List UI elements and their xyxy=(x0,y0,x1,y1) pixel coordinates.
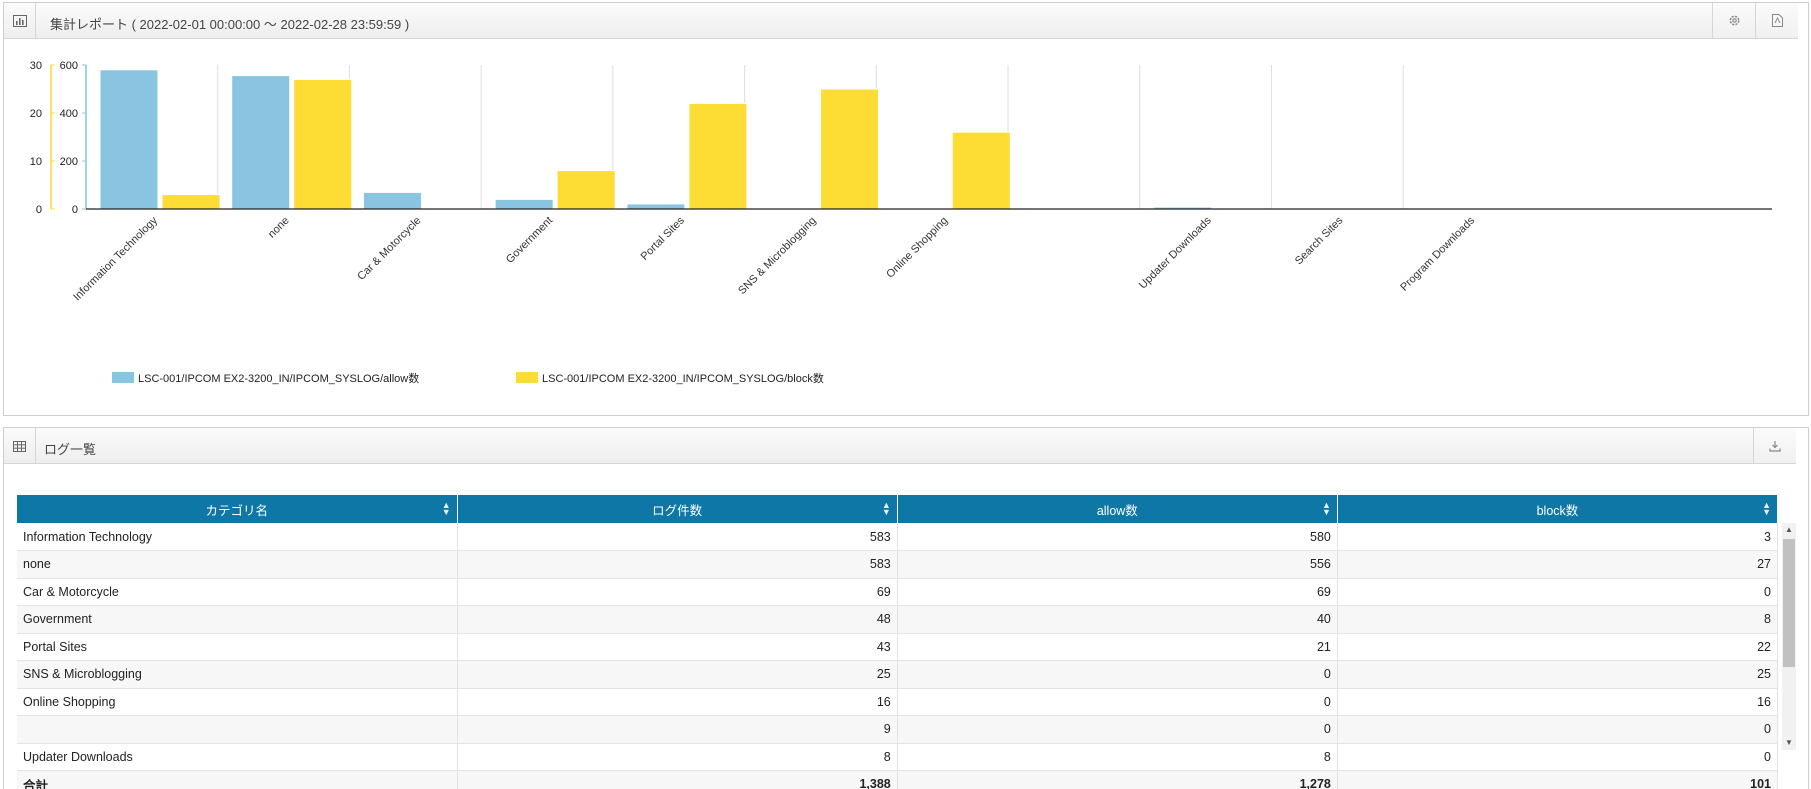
column-header-block[interactable]: block数 ▲ ▼ xyxy=(1337,495,1779,523)
table-row: Information Technology 583 580 3 xyxy=(17,523,1779,551)
table-row: Online Shopping 16 0 16 xyxy=(17,688,1779,716)
report-panel: 集計レポート ( 2022-02-01 00:00:00 ～ 2022-02-2… xyxy=(3,2,1809,416)
sort-icon: ▲ ▼ xyxy=(881,500,891,517)
category-label: SNS & Microblogging xyxy=(736,215,818,297)
legend-label: LSC-001/IPCOM EX2-3200_IN/IPCOM_SYSLOG/a… xyxy=(138,372,419,385)
outer-tick-label: 0 xyxy=(36,204,42,216)
table-scrollbar[interactable]: ▲ ▼ xyxy=(1782,523,1796,750)
bar-allow xyxy=(626,203,686,210)
category-label: Information Technology xyxy=(71,214,160,303)
legend-swatch xyxy=(516,372,538,383)
legend-swatch xyxy=(112,372,134,383)
category-label: Online Shopping xyxy=(884,215,950,281)
table-row: Portal Sites 43 21 22 xyxy=(17,633,1779,661)
sort-icon: ▲ ▼ xyxy=(1762,500,1771,517)
inner-tick-label: 400 xyxy=(60,108,78,120)
bar-block xyxy=(161,194,221,210)
column-header-log-count[interactable]: ログ件数 ▲ ▼ xyxy=(457,495,898,523)
table-total-row: 合計 1,388 1,278 101 xyxy=(17,769,1779,789)
inner-tick-label: 200 xyxy=(60,156,78,168)
outer-tick-label: 10 xyxy=(30,156,42,168)
inner-tick-label: 0 xyxy=(72,204,78,216)
bar-allow xyxy=(362,191,422,210)
category-label: Updater Downloads xyxy=(1137,214,1214,291)
log-table: カテゴリ名 ▲ ▼ ログ件数 ▲ ▼ allow数 ▲ ▼ block数 ▲ ▼ Informa… xyxy=(17,495,1779,789)
log-list-title: ログ一覧 xyxy=(44,442,97,457)
category-label: Search Sites xyxy=(1293,214,1346,267)
scroll-up-icon[interactable]: ▲ xyxy=(1782,523,1796,537)
sort-icon: ▲ ▼ xyxy=(441,500,451,517)
log-panel-header: ログ一覧 xyxy=(4,428,1753,464)
scroll-thumb[interactable] xyxy=(1783,539,1795,667)
bar-block xyxy=(688,102,748,210)
table-row: 900 xyxy=(17,715,1779,744)
scroll-down-icon[interactable]: ▼ xyxy=(1782,736,1796,750)
category-label: Portal Sites xyxy=(639,214,688,263)
inner-tick-label: 600 xyxy=(60,60,78,72)
category-label: Government xyxy=(504,215,555,266)
bar-block xyxy=(820,88,880,210)
column-header-category[interactable]: カテゴリ名 ▲ ▼ xyxy=(17,495,458,523)
category-bar-chart: 0 200 400 600 0 10 20 30 Information Technology n… xyxy=(30,60,1772,385)
table-row: Government 48 40 8 xyxy=(17,605,1779,634)
table-header-row: カテゴリ名 ▲ ▼ ログ件数 ▲ ▼ allow数 ▲ ▼ block数 ▲ ▼ xyxy=(17,495,1779,523)
bar-allow xyxy=(99,69,159,210)
table-row: SNS & Microblogging 25 0 25 xyxy=(17,660,1779,689)
column-header-allow[interactable]: allow数 ▲ ▼ xyxy=(897,495,1338,523)
category-label: none xyxy=(266,215,292,241)
outer-tick-label: 20 xyxy=(30,108,42,120)
bar-block xyxy=(293,78,353,210)
table-row-partial: Updater Downloads 8 8 0 xyxy=(17,743,1779,771)
bar-allow xyxy=(231,75,291,210)
legend-label: LSC-001/IPCOM EX2-3200_IN/IPCOM_SYSLOG/b… xyxy=(542,372,824,385)
table-row: Car & Motorcycle 69 69 0 xyxy=(17,578,1779,606)
table-icon xyxy=(4,428,36,464)
bar-block xyxy=(951,131,1011,210)
bar-block xyxy=(556,170,616,210)
download-button[interactable] xyxy=(1753,428,1796,464)
table-row: none 583 556 27 xyxy=(17,550,1779,579)
outer-tick-label: 30 xyxy=(30,60,42,72)
bar-allow xyxy=(494,198,554,210)
sort-icon: ▲ ▼ xyxy=(1321,500,1331,517)
download-icon xyxy=(1769,440,1781,452)
category-label: Car & Motorcycle xyxy=(355,215,423,283)
category-label: Program Downloads xyxy=(1398,214,1477,293)
log-panel: ログ一覧 カテゴリ名 ▲ ▼ ログ件数 ▲ ▼ allow数 ▲ ▼ block数 ▲ ▼ In… xyxy=(3,427,1809,789)
